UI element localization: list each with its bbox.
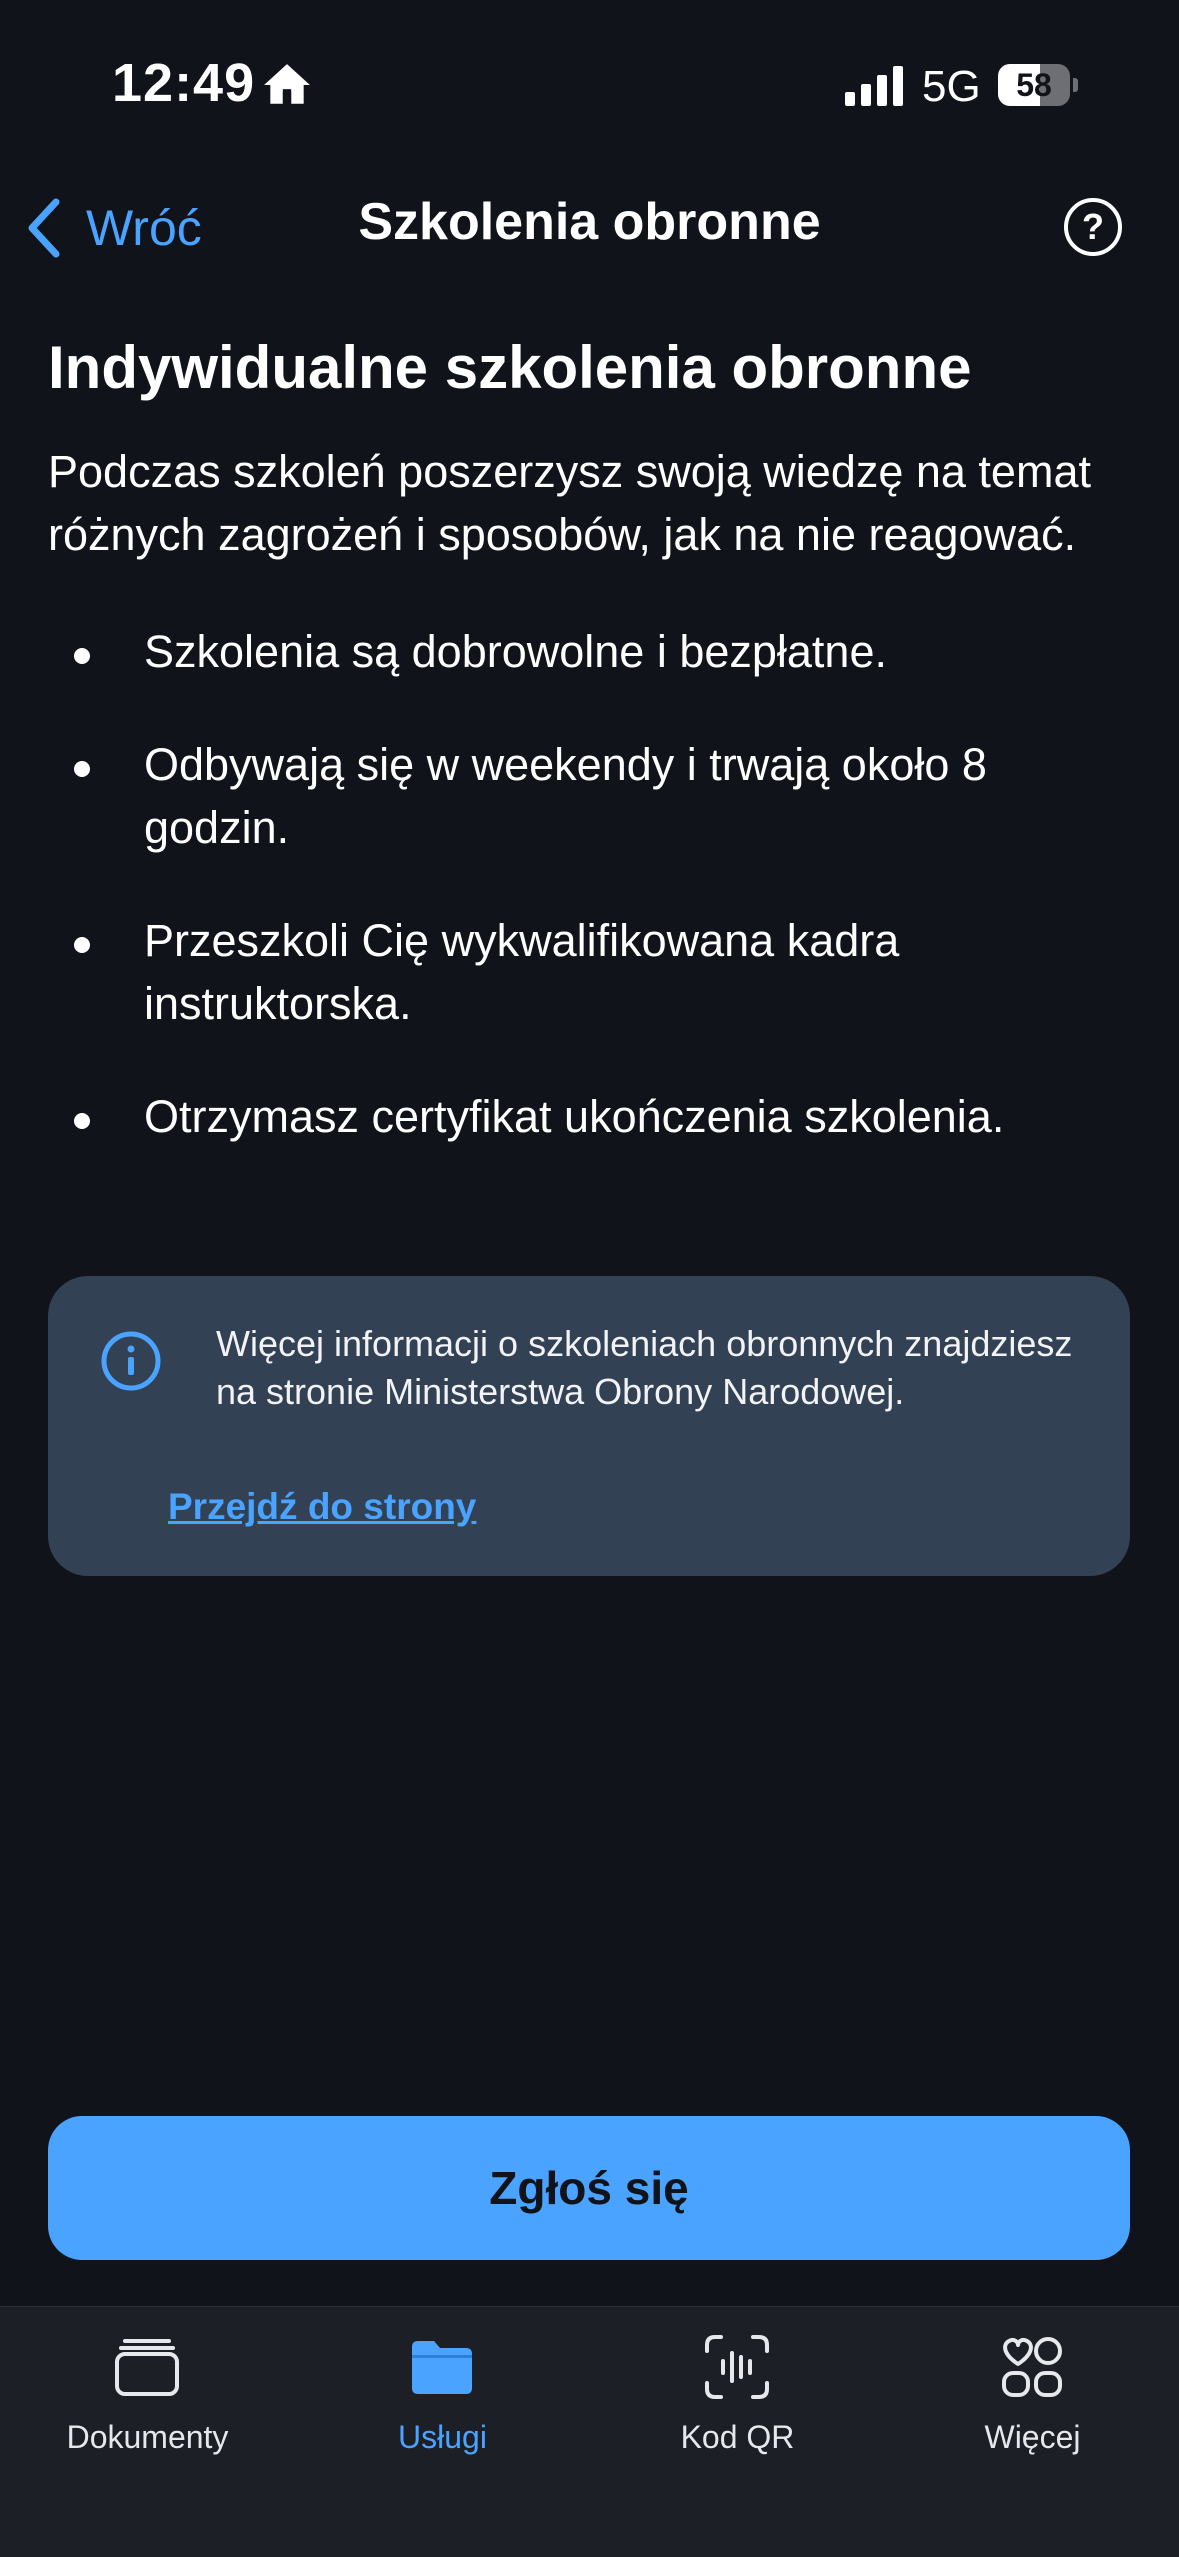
tab-label: Dokumenty <box>66 2419 229 2455</box>
home-icon <box>264 64 310 104</box>
tab-more[interactable]: Więcej <box>885 2307 1179 2507</box>
info-card: Więcej informacji o szkoleniach obronnyc… <box>48 1276 1130 1576</box>
tab-label: Usługi <box>398 2419 487 2455</box>
network-type: 5G <box>922 62 981 111</box>
tab-bar: Dokumenty Usługi Kod QR Więcej <box>0 2306 1179 2557</box>
signal-icon <box>845 66 903 106</box>
tab-label: Kod QR <box>680 2419 795 2455</box>
battery-percent: 58 <box>1016 67 1052 103</box>
intro-paragraph: Podczas szkoleń poszerzysz swoją wiedzę … <box>48 446 1091 560</box>
documents-icon <box>115 2339 179 2396</box>
more-icon <box>1002 2337 1062 2397</box>
info-icon <box>101 1331 161 1391</box>
section-heading: Indywidualne szkolenia obronne <box>48 334 972 401</box>
question-mark-icon: ? <box>1082 206 1104 247</box>
list-item: Odbywają się w weekendy i trwają około 8… <box>48 733 1138 859</box>
qr-scan-icon <box>705 2335 769 2399</box>
list-item: Przeszkoli Cię wykwalifikowana kadra ins… <box>48 909 1138 1035</box>
status-bar: 12:49 5G 58 <box>0 0 1179 170</box>
list-item: Szkolenia są dobrowolne i bezpłatne. <box>48 620 1138 683</box>
tab-services[interactable]: Usługi <box>295 2307 590 2507</box>
list-item: Otrzymasz certyfikat ukończenia szkoleni… <box>48 1085 1138 1148</box>
navigation-bar: Wróć Szkolenia obronne ? <box>0 170 1179 285</box>
go-to-website-link[interactable]: Przejdź do strony <box>168 1486 476 1528</box>
folder-icon <box>412 2341 472 2394</box>
tab-label: Więcej <box>984 2419 1081 2455</box>
main-content: Indywidualne szkolenia obronne Podczas s… <box>48 330 1138 1198</box>
page-title: Szkolenia obronne <box>358 193 821 251</box>
status-time: 12:49 <box>112 53 256 113</box>
sign-up-button[interactable]: Zgłoś się <box>48 2116 1130 2260</box>
battery-icon: 58 <box>998 64 1078 106</box>
tab-documents[interactable]: Dokumenty <box>0 2307 295 2507</box>
benefits-list: Szkolenia są dobrowolne i bezpłatne. Odb… <box>48 620 1138 1148</box>
help-button[interactable]: ? <box>1064 198 1122 256</box>
info-text: Więcej informacji o szkoleniach obronnyc… <box>216 1323 1073 1412</box>
tab-qr-code[interactable]: Kod QR <box>590 2307 885 2507</box>
